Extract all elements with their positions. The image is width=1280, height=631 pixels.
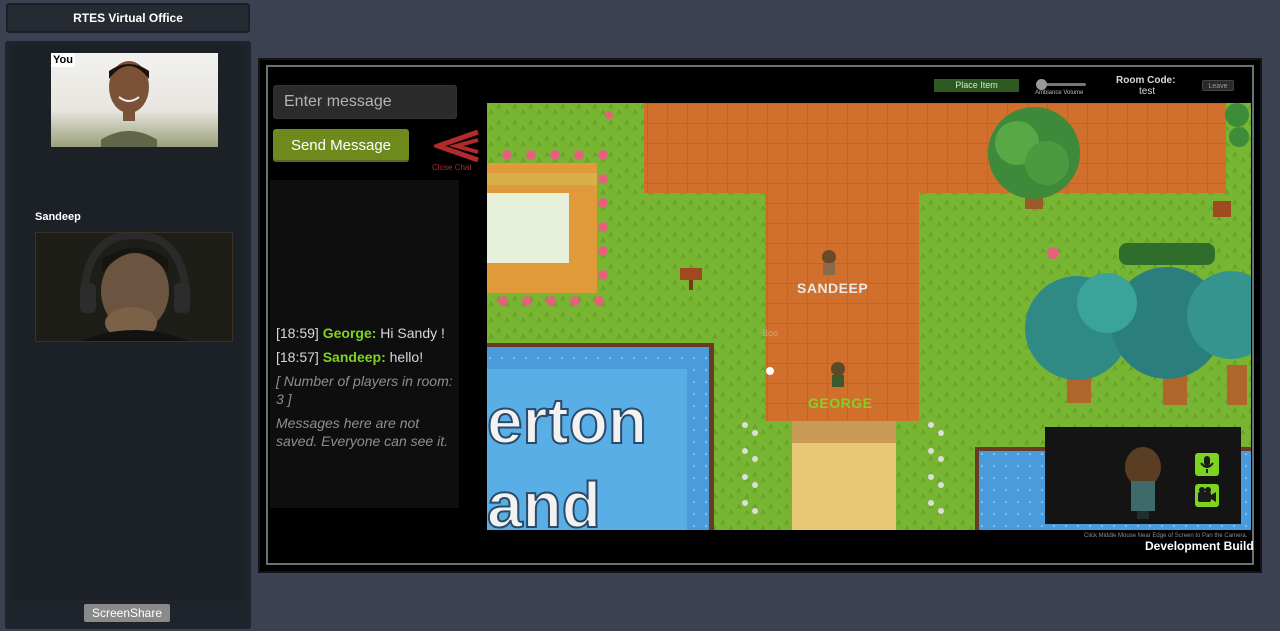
peer-video-feed <box>36 233 232 341</box>
development-build-label: Development Build <box>1145 539 1254 553</box>
player-label-george[interactable]: GEORGE <box>808 395 872 411</box>
ambience-volume-label: Ambiance Volume <box>1035 90 1084 96</box>
sign-text-line2: and <box>487 469 601 530</box>
player-count-note: [ Number of players in room: 3 ] <box>276 373 453 407</box>
chat-disclaimer: Messages here are not saved. Everyone ca… <box>276 415 448 449</box>
app-title: RTES Virtual Office <box>6 3 250 33</box>
microphone-icon[interactable] <box>1195 453 1219 476</box>
chat-message: [18:59] George: Hi Sandy ! <box>276 325 445 341</box>
ambience-volume-thumb[interactable] <box>1036 79 1047 90</box>
self-label: You <box>51 53 75 67</box>
chat-message-input[interactable] <box>273 85 457 119</box>
chat-message: [18:57] Sandeep: hello! <box>276 349 424 365</box>
send-message-button[interactable]: Send Message <box>273 129 409 162</box>
participants-list: You Sandeep <box>11 45 245 599</box>
self-video-feed <box>101 61 157 147</box>
close-chat-label[interactable]: Close Chat <box>432 163 472 172</box>
screenshare-button[interactable]: ScreenShare <box>84 604 170 622</box>
npc-label: Boo <box>762 328 779 338</box>
peer-name: Sandeep <box>35 211 81 223</box>
video-tile-peer <box>35 232 233 342</box>
arrow-left-icon[interactable] <box>434 128 480 164</box>
participants-panel: You Sandeep ScreenShare <box>5 41 251 629</box>
place-item-button[interactable]: Place Item <box>934 79 1019 92</box>
video-camera-icon[interactable] <box>1195 484 1219 507</box>
video-tile-self: You <box>51 53 218 147</box>
leave-button[interactable]: Leave <box>1202 80 1234 91</box>
sign-text-line1: erton <box>487 385 647 457</box>
room-code-label: Room Code: <box>1116 75 1176 86</box>
room-code-value: test <box>1139 86 1156 97</box>
chat-messages: [18:59] George: Hi Sandy ! [18:57] Sande… <box>276 324 456 456</box>
player-label-sandeep[interactable]: SANDEEP <box>797 280 868 296</box>
